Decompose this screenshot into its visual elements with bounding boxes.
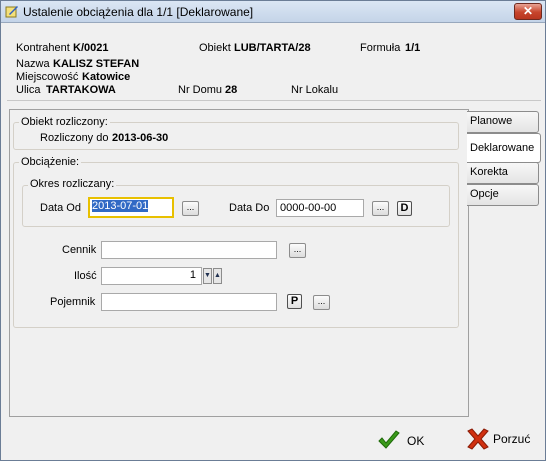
pojemnik-input[interactable] (101, 293, 277, 311)
ok-button[interactable]: OK (377, 429, 427, 453)
window-title: Ustalenie obciążenia dla 1/1 [Deklarowan… (23, 5, 254, 19)
obiekt-label: Obiekt (199, 42, 231, 54)
formula-value: 1/1 (405, 42, 421, 54)
nr-lokalu-label: Nr Lokalu (291, 84, 339, 96)
p-button[interactable]: P (287, 294, 302, 309)
pojemnik-picker-button[interactable]: ... (313, 295, 330, 310)
cancel-label: Porzuć (493, 432, 531, 446)
data-do-input[interactable]: 0000-00-00 (276, 199, 364, 217)
cennik-input[interactable] (101, 241, 277, 259)
kontrahent-value: K/0021 (73, 42, 109, 54)
obiekt-rozliczony-title: Obiekt rozliczony: (19, 116, 110, 128)
checkmark-icon (378, 430, 400, 449)
pojemnik-label: Pojemnik (50, 296, 96, 308)
data-od-input[interactable]: 2013-07-01 (88, 197, 174, 218)
tab-opcje[interactable]: Opcje (467, 184, 539, 206)
obciazenie-title: Obciążenie: (19, 156, 82, 168)
d-button[interactable]: D (397, 201, 412, 216)
data-od-picker-button[interactable]: ... (182, 201, 199, 216)
cennik-picker-button[interactable]: ... (289, 243, 306, 258)
nazwa-value: KALISZ STEFAN (53, 58, 140, 70)
cancel-button[interactable]: Porzuć (465, 427, 535, 451)
tab-planowe-label: Planowe (470, 115, 513, 127)
nazwa-label: Nazwa (16, 58, 50, 70)
ilosc-increment-button[interactable]: ▲ (213, 268, 222, 284)
cennik-label: Cennik (62, 244, 97, 256)
miejscowosc-value: Katowice (82, 71, 131, 83)
data-do-label: Data Do (229, 202, 270, 214)
tab-deklarowane-label: Deklarowane (470, 142, 535, 154)
data-od-label: Data Od (40, 202, 81, 214)
nr-domu-label: Nr Domu (178, 84, 223, 96)
tab-page-deklarowane: Obiekt rozliczony: Rozliczony do 2013-06… (9, 109, 469, 417)
close-button[interactable]: ✕ (514, 3, 542, 20)
ulica-value: TARTAKOWA (46, 84, 116, 96)
tab-korekta[interactable]: Korekta (467, 162, 539, 184)
okres-rozliczany-title: Okres rozliczany: (28, 178, 117, 190)
obiekt-value: LUB/TARTA/28 (234, 42, 311, 54)
ok-label: OK (407, 434, 425, 448)
tab-korekta-label: Korekta (470, 166, 508, 178)
ulica-label: Ulica (16, 84, 41, 96)
data-do-value: 0000-00-00 (280, 202, 337, 214)
dialog-window: Ustalenie obciążenia dla 1/1 [Deklarowan… (0, 0, 546, 461)
kontrahent-label: Kontrahent (16, 42, 70, 54)
ilosc-value: 1 (189, 269, 196, 281)
header-divider (7, 100, 541, 101)
rozliczony-do-value: 2013-06-30 (112, 132, 169, 144)
tab-planowe[interactable]: Planowe (467, 111, 539, 133)
close-icon: ✕ (522, 4, 534, 18)
ilosc-label: Ilość (74, 270, 97, 282)
tab-opcje-label: Opcje (470, 188, 499, 200)
rozliczony-do-label: Rozliczony do (40, 132, 109, 144)
formula-label: Formuła (360, 42, 401, 54)
title-bar[interactable]: Ustalenie obciążenia dla 1/1 [Deklarowan… (1, 1, 545, 23)
cancel-x-icon (467, 428, 489, 450)
miejscowosc-label: Miejscowość (16, 71, 79, 83)
data-do-picker-button[interactable]: ... (372, 201, 389, 216)
tab-deklarowane[interactable]: Deklarowane (467, 133, 541, 163)
ilosc-input[interactable]: 1 (101, 267, 202, 285)
chevron-up-icon: ▲ (214, 272, 221, 279)
data-od-value: 2013-07-01 (92, 200, 149, 212)
chevron-down-icon: ▼ (204, 272, 211, 279)
app-icon (5, 6, 18, 18)
nr-domu-value: 28 (225, 84, 238, 96)
ilosc-decrement-button[interactable]: ▼ (203, 268, 212, 284)
